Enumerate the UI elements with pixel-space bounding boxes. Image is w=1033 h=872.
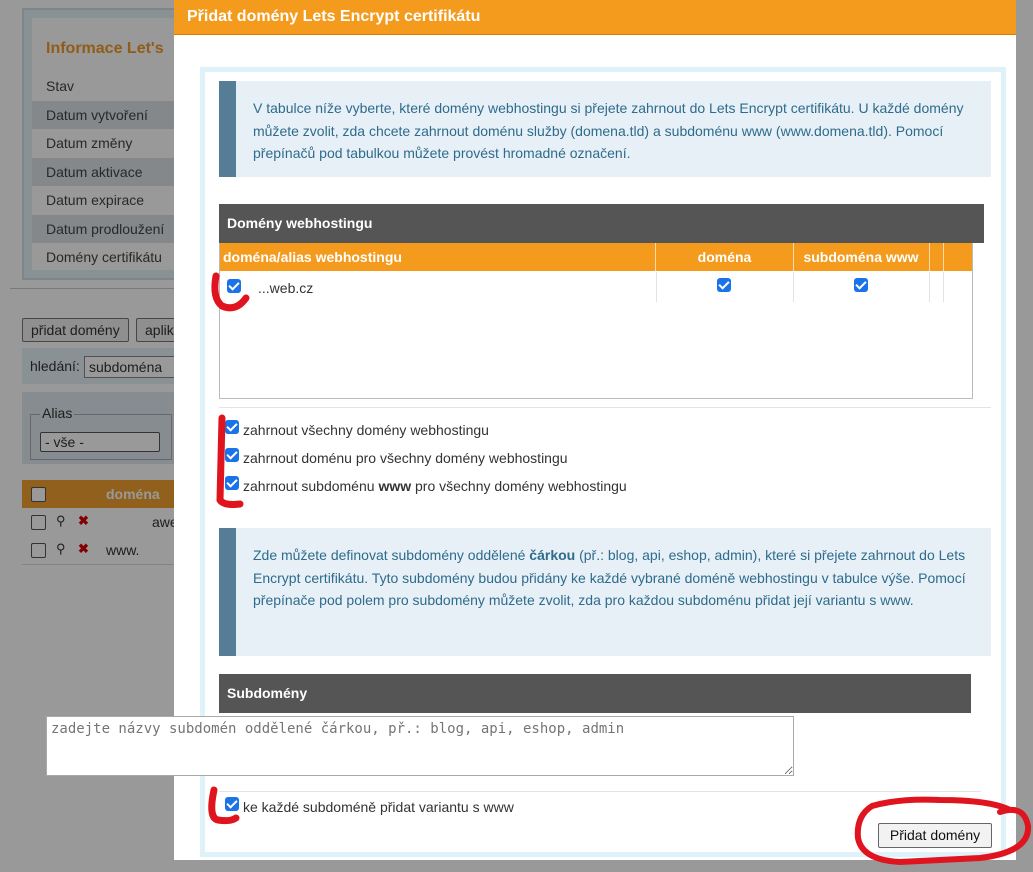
www-subdomain-checkbox[interactable]	[854, 278, 868, 292]
column-domain: doména	[656, 243, 794, 271]
column-domain-alias: doména/alias webhostingu	[220, 243, 656, 271]
domains-info-box: V tabulce níže vyberte, které domény web…	[219, 81, 991, 177]
include-domain-label[interactable]: zahrnout doménu pro všechny domény webho…	[243, 450, 568, 466]
subdomains-info-box: Zde můžete definovat subdomény oddělené …	[219, 528, 991, 656]
domain-name: ...web.cz	[258, 280, 314, 296]
www-variant-label[interactable]: ke každé subdoméně přidat variantu s www	[243, 799, 514, 815]
include-domain-checkbox[interactable]	[225, 448, 239, 462]
include-all-checkbox[interactable]	[225, 420, 239, 434]
divider	[219, 407, 991, 408]
include-all-label[interactable]: zahrnout všechny domény webhostingu	[243, 422, 489, 438]
subdomains-input[interactable]	[46, 716, 794, 776]
www-variant-checkbox[interactable]	[225, 797, 239, 811]
divider	[219, 791, 981, 792]
add-domains-submit-button[interactable]: Přidat domény	[878, 823, 992, 848]
subdomains-section-header: Subdomény	[219, 674, 971, 713]
dialog-titlebar[interactable]: Přidat domény Lets Encrypt certifikátu	[174, 0, 1016, 35]
domains-table: doména/alias webhostingu doména subdomén…	[219, 243, 973, 399]
dialog-title: Přidat domény Lets Encrypt certifikátu	[187, 8, 481, 25]
domain-row-checkbox[interactable]	[227, 279, 241, 293]
column-www: subdoména www	[793, 243, 930, 271]
table-row: ...web.cz	[220, 272, 972, 302]
domain-checkbox[interactable]	[717, 278, 731, 292]
domains-section-header: Domény webhostingu	[219, 204, 984, 243]
include-www-checkbox[interactable]	[225, 476, 239, 490]
domains-table-header: doména/alias webhostingu doména subdomén…	[220, 243, 972, 271]
include-www-label[interactable]: zahrnout subdoménu www pro všechny domén…	[243, 478, 627, 494]
domains-info-text: V tabulce níže vyberte, které domény web…	[253, 100, 964, 161]
subdomains-info-text: Zde můžete definovat subdomény oddělené …	[253, 547, 966, 608]
